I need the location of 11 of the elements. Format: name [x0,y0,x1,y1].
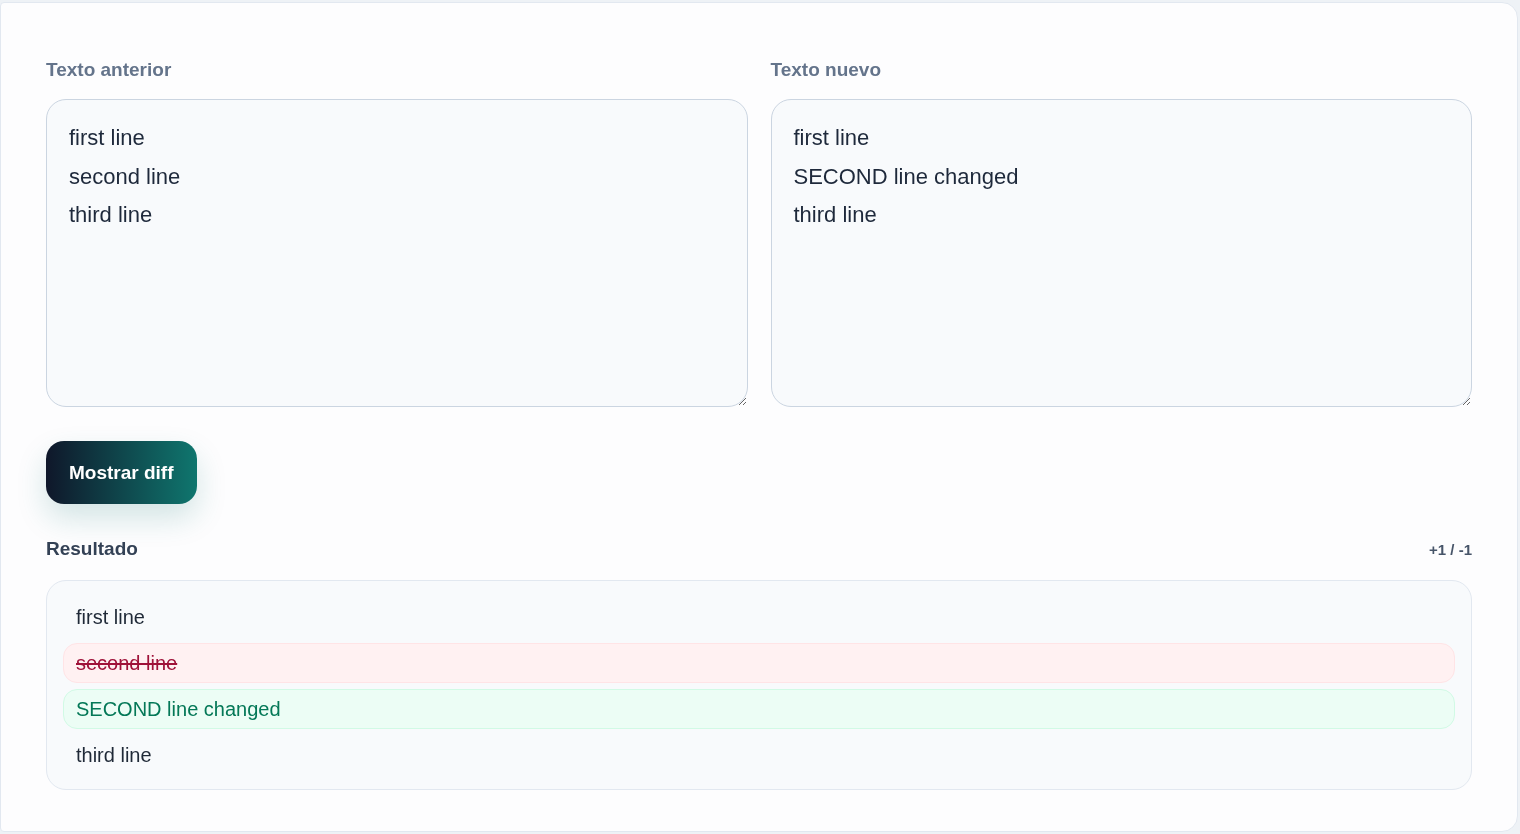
diff-count: +1 / -1 [1429,540,1472,558]
field-label: Texto anterior [46,58,173,82]
text-input-area[interactable]: first line second line third line [46,99,748,407]
text-input-area[interactable]: first line SECOND line changed third line [770,99,1472,407]
result-title: Resultado [46,537,138,561]
diff-line: first line [75,604,146,630]
field-label: Texto nuevo [770,58,882,82]
removed-line: second line [63,643,1455,683]
added-line: SECOND line changed [63,689,1455,729]
show-diff-button[interactable]: Mostrar diff [46,441,197,504]
diff-line: third line [75,742,153,768]
